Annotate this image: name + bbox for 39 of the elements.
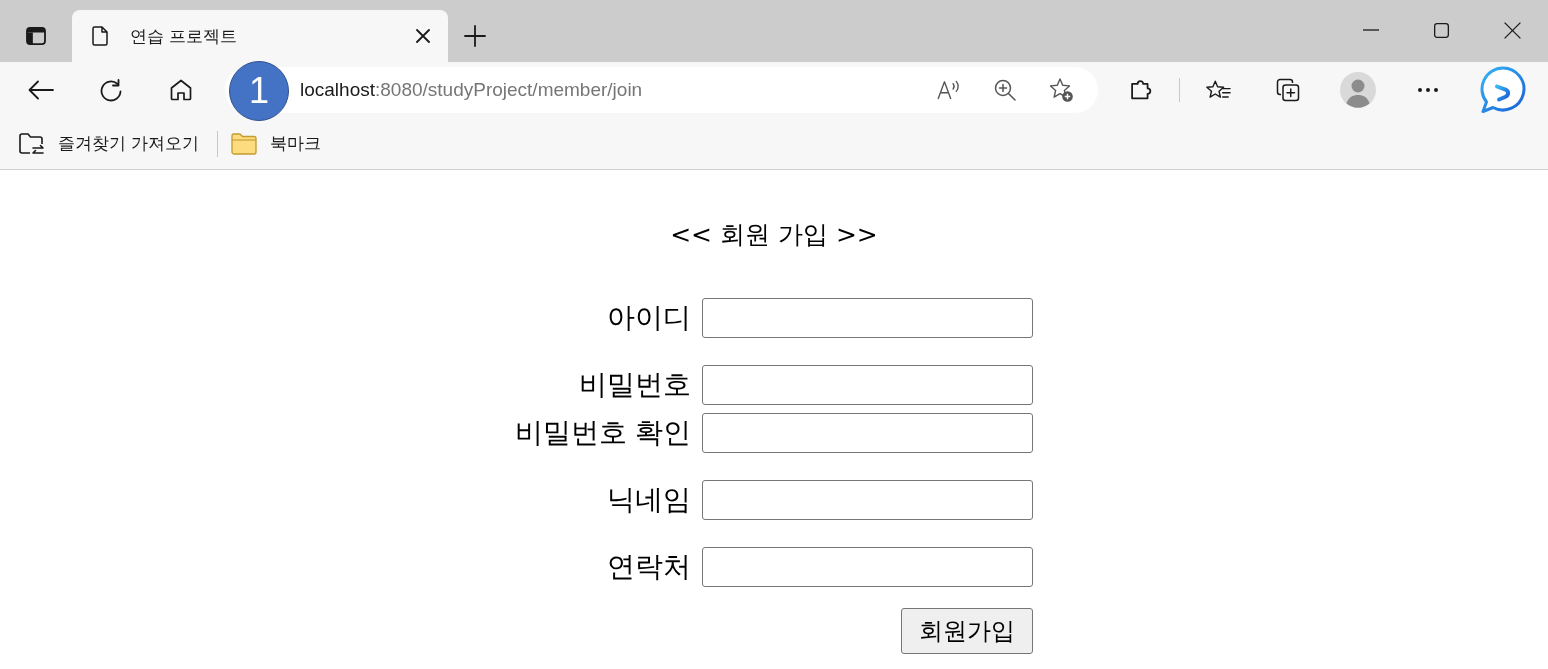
input-field[interactable] [702, 413, 1034, 453]
page-icon [92, 26, 108, 46]
submit-button[interactable]: 회원가입 [901, 608, 1034, 654]
chat-bubble-logo-icon [1480, 66, 1526, 114]
star-list-icon [1205, 80, 1231, 100]
input-field[interactable] [702, 480, 1034, 520]
input-field[interactable] [702, 547, 1034, 587]
field-label: 연락처 [607, 549, 692, 585]
input-field[interactable] [702, 365, 1034, 405]
profile-button[interactable] [1340, 72, 1376, 108]
chat-assistant-button[interactable] [1480, 66, 1526, 114]
puzzle-icon [1130, 80, 1152, 100]
field-label: 아이디 [607, 300, 692, 336]
browser-tab[interactable]: 연습 프로젝트 [72, 10, 448, 62]
sidebar-panel-icon [26, 27, 46, 45]
read-aloud-icon [937, 80, 961, 100]
avatar-icon [1340, 72, 1376, 108]
url-text: localhost:8080/studyProject/member/join [300, 79, 643, 101]
close-icon [1504, 21, 1521, 39]
page-title: << 회원 가입 >> [670, 219, 878, 251]
field-label: 닉네임 [607, 482, 692, 518]
minimize-icon [1362, 29, 1379, 31]
field-label: 비밀번호 [579, 367, 692, 403]
ellipsis-icon [1418, 88, 1438, 92]
refresh-icon [99, 78, 123, 102]
bookmark-item[interactable]: 즐겨찾기 가져오기 [14, 126, 206, 161]
folder-arrows-icon [19, 131, 45, 156]
maximize-icon [1434, 22, 1449, 38]
home-icon [170, 79, 192, 101]
plus-icon [464, 25, 486, 47]
bookmark-item[interactable]: 북마크 [226, 126, 328, 161]
close-icon [416, 29, 430, 43]
back-arrow-icon [28, 80, 54, 100]
zoom-in-icon [994, 79, 1016, 101]
input-field[interactable] [702, 298, 1034, 338]
star-plus-icon [1049, 78, 1073, 102]
collections-icon [1276, 78, 1300, 102]
folder-icon [231, 132, 258, 155]
field-label: 비밀번호 확인 [514, 415, 692, 451]
